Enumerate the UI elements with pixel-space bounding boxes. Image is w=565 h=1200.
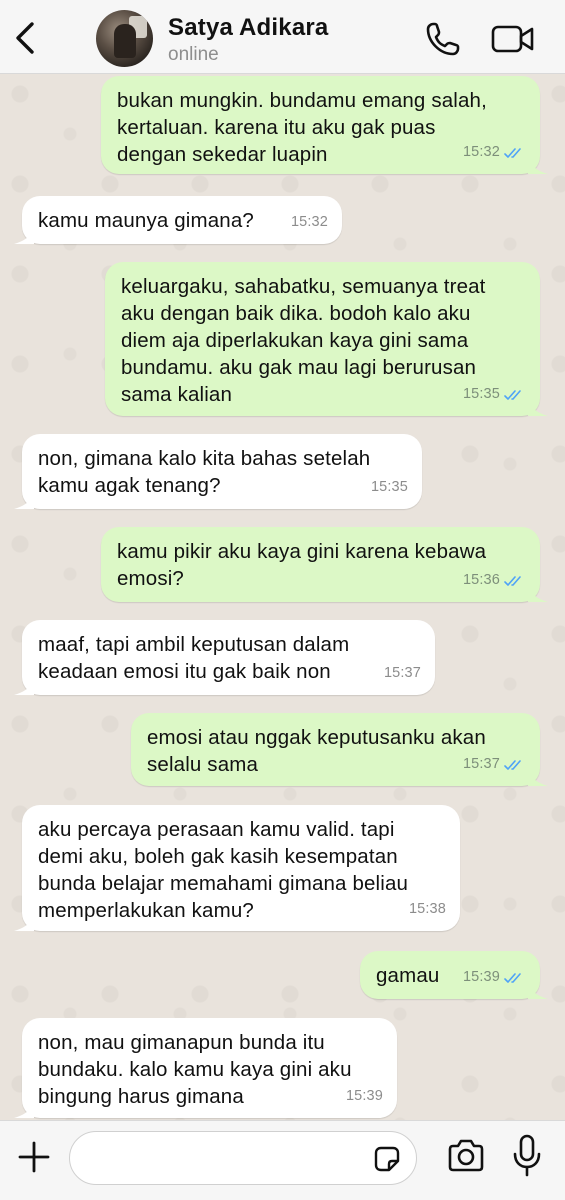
contact-name[interactable]: Satya Adikara [168, 14, 328, 42]
message-time: 15:35 [462, 386, 500, 402]
incoming-message[interactable]: non, gimana kalo kita bahas setelah kamu… [14, 434, 422, 509]
message-text: kamu maunya gimana? [38, 209, 254, 232]
message-meta: 15:32 [463, 139, 526, 166]
sticker-button[interactable] [372, 1144, 402, 1174]
microphone-icon [513, 1134, 541, 1177]
chat-header: Satya Adikara online [0, 0, 565, 74]
contact-status: online [168, 44, 219, 65]
outgoing-message[interactable]: emosi atau nggak keputusanku akan selalu… [131, 713, 548, 786]
message-text: non, gimana kalo kita bahas setelah kamu… [38, 447, 371, 497]
bubble-tail [528, 156, 548, 174]
read-ticks-icon [504, 575, 521, 586]
message-time: 15:39 [345, 1088, 383, 1104]
bubble-tail [14, 677, 34, 695]
read-ticks-icon [504, 759, 521, 770]
message-text: aku percaya perasaan kamu valid. tapi de… [38, 818, 409, 922]
message-meta: 15:35 [371, 474, 408, 501]
message-time: 15:32 [290, 214, 328, 230]
video-camera-icon [491, 25, 534, 53]
sticker-icon [374, 1146, 400, 1172]
outgoing-message[interactable]: bukan mungkin. bundamu emang salah, kert… [101, 76, 548, 174]
bubble-tail [528, 981, 548, 999]
incoming-message[interactable]: kamu maunya gimana? 15:32 [14, 196, 342, 244]
message-time: 15:37 [462, 756, 500, 772]
message-time: 15:39 [462, 969, 500, 985]
message-time: 15:32 [462, 144, 500, 160]
read-ticks-icon [504, 147, 521, 158]
bubble-tail [14, 226, 34, 244]
read-ticks-icon [504, 972, 521, 983]
message-meta: 15:37 [384, 660, 421, 687]
chevron-left-icon [16, 22, 34, 54]
incoming-message[interactable]: maaf, tapi ambil keputusan dalam keadaan… [14, 620, 435, 695]
message-input[interactable] [88, 1142, 358, 1174]
bubble-tail [14, 1100, 34, 1118]
message-meta: 15:36 [463, 567, 526, 594]
bubble-tail [14, 913, 34, 931]
message-meta: 15:37 [463, 751, 526, 778]
attach-button[interactable] [14, 1137, 54, 1177]
bubble-tail [528, 584, 548, 602]
message-text: non, mau gimanapun bunda itu bundaku. ka… [38, 1031, 352, 1108]
message-input-wrapper[interactable] [69, 1131, 417, 1185]
message-list[interactable]: bukan mungkin. bundamu emang salah, kert… [0, 74, 565, 1120]
incoming-message[interactable]: non, mau gimanapun bunda itu bundaku. ka… [14, 1018, 397, 1118]
outgoing-message[interactable]: kamu pikir aku kaya gini karena kebawa e… [101, 527, 548, 602]
message-meta: 15:38 [409, 896, 446, 923]
camera-icon [448, 1139, 484, 1172]
message-meta: 15:32 [291, 209, 328, 236]
message-time: 15:38 [408, 901, 446, 917]
phone-icon [426, 22, 460, 56]
avatar[interactable] [96, 10, 153, 67]
outgoing-message[interactable]: keluargaku, sahabatku, semuanya treat ak… [105, 262, 548, 416]
message-meta: 15:39 [346, 1083, 383, 1110]
plus-icon [18, 1141, 50, 1173]
message-time: 15:37 [383, 665, 421, 681]
message-meta: 15:35 [463, 381, 526, 408]
incoming-message[interactable]: aku percaya perasaan kamu valid. tapi de… [14, 805, 460, 931]
message-text: maaf, tapi ambil keputusan dalam keadaan… [38, 633, 350, 683]
video-call-button[interactable] [490, 22, 536, 56]
avatar-photo-figure [114, 24, 136, 58]
bubble-tail [14, 491, 34, 509]
outgoing-message[interactable]: gamau 15:39 [360, 951, 548, 999]
read-ticks-icon [504, 389, 521, 400]
message-composer [0, 1120, 565, 1200]
microphone-button[interactable] [511, 1133, 543, 1179]
voice-call-button[interactable] [424, 20, 462, 58]
back-button[interactable] [8, 18, 42, 58]
bubble-tail [528, 398, 548, 416]
message-meta: 15:39 [463, 964, 526, 991]
message-time: 15:35 [370, 479, 408, 495]
camera-button[interactable] [446, 1137, 486, 1175]
bubble-tail [528, 768, 548, 786]
message-time: 15:36 [462, 572, 500, 588]
